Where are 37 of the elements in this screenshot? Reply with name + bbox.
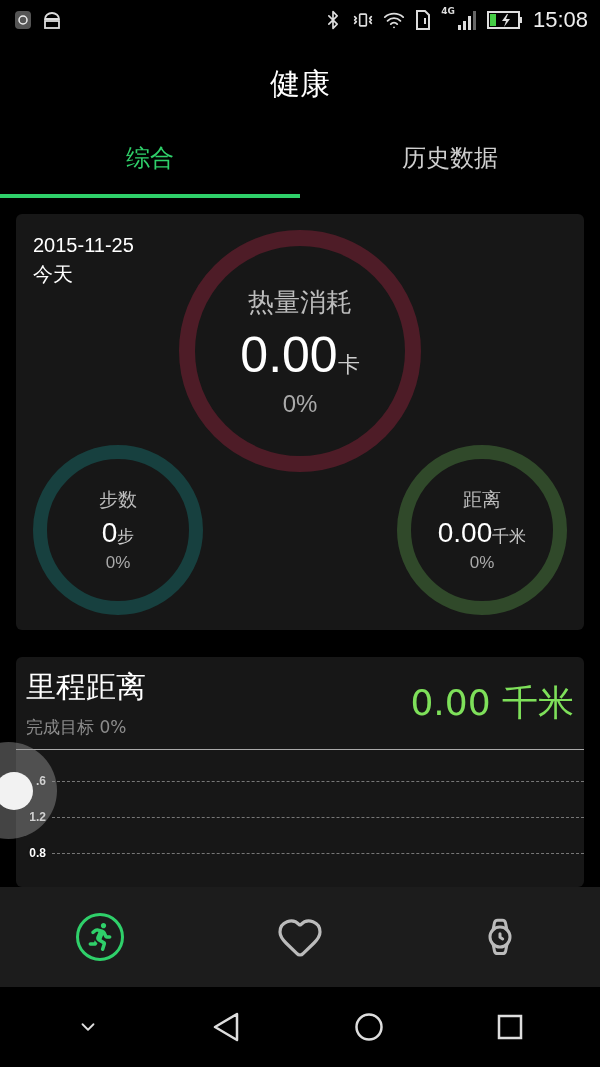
card-title: 里程距离 xyxy=(26,668,146,706)
distance-value: 0.00 千米 xyxy=(410,680,574,725)
page-title: 健康 xyxy=(270,64,330,103)
sim-card-icon xyxy=(415,10,432,30)
app-icon xyxy=(14,10,32,30)
axis-label: 1.2 xyxy=(28,810,46,824)
battery-charging-icon xyxy=(486,10,523,30)
tab[interactable]: 历史数据 xyxy=(300,128,600,198)
ring-unit: 千米 xyxy=(492,526,527,548)
back-button[interactable] xyxy=(212,1012,241,1042)
axis-label: .6 xyxy=(35,774,46,788)
axis-label: 0.8 xyxy=(28,846,46,860)
ring-percent: 0% xyxy=(105,553,131,573)
ring-unit: 卡 xyxy=(337,351,360,379)
date-text: 2015-11-25 xyxy=(33,234,134,257)
vibrate-icon xyxy=(353,10,374,30)
ring-percent: 0% xyxy=(282,389,318,418)
home-button[interactable] xyxy=(353,1012,384,1042)
android-icon xyxy=(42,10,62,30)
ring-value: 0 xyxy=(101,517,118,549)
ring-value: 0.00 xyxy=(437,517,493,549)
signal-icon xyxy=(456,9,477,31)
day-text: 今天 xyxy=(33,262,73,287)
ring-value: 0.00 xyxy=(240,325,338,384)
network-type: 4G xyxy=(441,6,455,16)
goal-text: 完成目标 0% xyxy=(26,716,127,739)
ring-label: 步数 xyxy=(99,487,137,512)
ring-label: 距离 xyxy=(463,487,501,512)
recents-icon xyxy=(497,1014,524,1040)
tab[interactable]: 综合 xyxy=(0,128,300,198)
ring-percent: 0% xyxy=(469,553,495,573)
back-icon xyxy=(212,1012,241,1042)
ring-label: 热量消耗 xyxy=(248,285,352,319)
ring-unit: 步 xyxy=(117,526,135,548)
home-icon xyxy=(353,1012,384,1042)
recents-button[interactable] xyxy=(497,1014,524,1040)
clock-time: 15:08 xyxy=(532,7,588,33)
